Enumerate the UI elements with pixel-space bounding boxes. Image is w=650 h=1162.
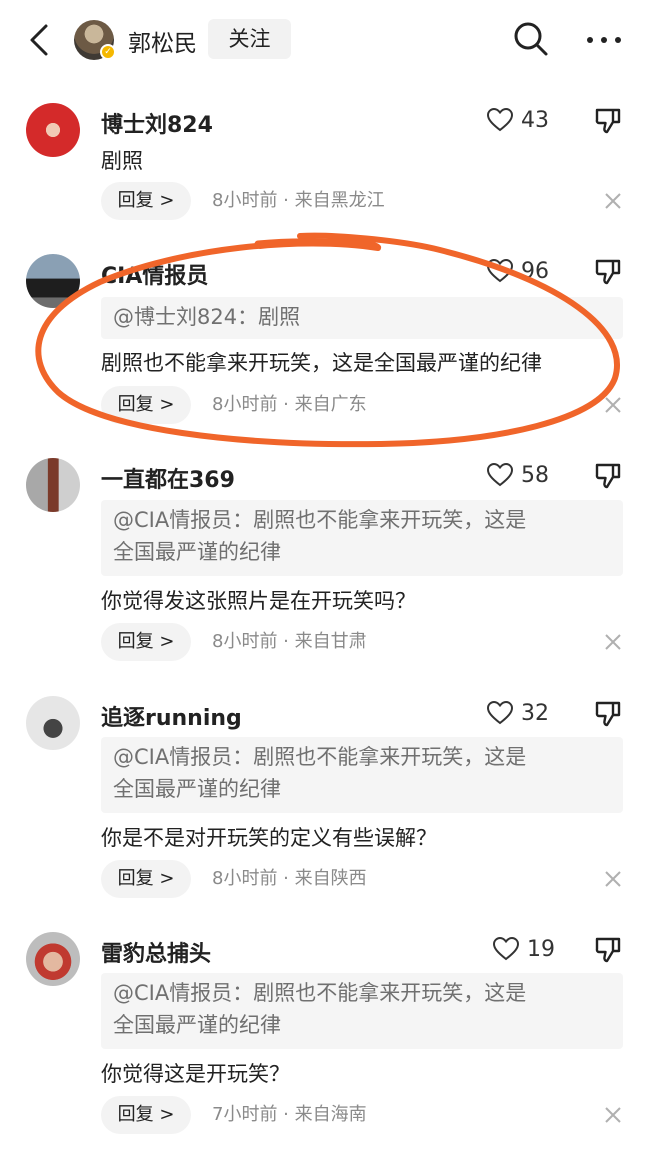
dislike-button[interactable] — [594, 699, 622, 727]
close-icon — [605, 1107, 621, 1123]
like-count: 96 — [521, 258, 549, 284]
quote-line: @CIA情报员：剧照也不能拿来开玩笑，这是 — [113, 745, 527, 769]
quote-line: 全国最严谨的纪律 — [113, 1013, 281, 1037]
close-button[interactable] — [602, 1104, 624, 1126]
comment-username[interactable]: 一直都在369 — [101, 462, 235, 494]
more-button[interactable] — [582, 20, 626, 58]
like-count: 32 — [521, 700, 549, 726]
quoted-comment[interactable]: @CIA情报员：剧照也不能拿来开玩笑，这是 全国最严谨的纪律 — [101, 500, 623, 576]
comment-meta: 8小时前 · 来自黑龙江 — [212, 190, 385, 211]
comment-text: 剧照 — [101, 149, 143, 173]
reply-button[interactable]: 回复 > — [101, 1096, 191, 1134]
heart-icon — [487, 701, 513, 725]
comment-meta: 8小时前 · 来自陕西 — [212, 868, 367, 889]
comment-text: 剧照也不能拿来开玩笑，这是全国最严谨的纪律 — [101, 351, 542, 375]
like-button[interactable]: 43 — [487, 105, 549, 135]
avatar[interactable] — [26, 932, 80, 986]
comment-text: 你觉得这是开玩笑？ — [101, 1062, 290, 1086]
quote-line: @CIA情报员：剧照也不能拿来开玩笑，这是 — [113, 508, 527, 532]
like-button[interactable]: 32 — [487, 698, 549, 728]
thumbs-down-icon — [595, 259, 621, 285]
close-button[interactable] — [602, 631, 624, 653]
like-count: 58 — [521, 462, 549, 488]
dislike-button[interactable] — [594, 106, 622, 134]
avatar[interactable] — [26, 458, 80, 512]
chevron-left-icon — [30, 24, 48, 56]
close-icon — [605, 397, 621, 413]
quote-line: 全国最严谨的纪律 — [113, 540, 281, 564]
quote-line: 全国最严谨的纪律 — [113, 777, 281, 801]
avatar[interactable] — [26, 696, 80, 750]
comment-meta: 8小时前 · 来自广东 — [212, 394, 367, 415]
quoted-comment[interactable]: @博士刘824：剧照 — [101, 297, 623, 339]
close-button[interactable] — [602, 190, 624, 212]
heart-icon — [487, 463, 513, 487]
comment-meta: 7小时前 · 来自海南 — [212, 1104, 367, 1125]
thumbs-down-icon — [595, 108, 621, 134]
reply-button[interactable]: 回复 > — [101, 182, 191, 220]
comment-username[interactable]: 博士刘824 — [101, 107, 213, 139]
thumbs-down-icon — [595, 701, 621, 727]
follow-button[interactable]: 关注 — [208, 19, 291, 59]
author-name[interactable]: 郭松民 — [128, 24, 197, 58]
comment-meta: 8小时前 · 来自甘肃 — [212, 631, 367, 652]
comment-text: 你觉得发这张照片是在开玩笑吗？ — [101, 589, 416, 613]
heart-icon — [487, 108, 513, 132]
close-button[interactable] — [602, 394, 624, 416]
quote-line: @CIA情报员：剧照也不能拿来开玩笑，这是 — [113, 981, 527, 1005]
quoted-comment[interactable]: @CIA情报员：剧照也不能拿来开玩笑，这是 全国最严谨的纪律 — [101, 973, 623, 1049]
reply-button[interactable]: 回复 > — [101, 623, 191, 661]
comment-text: 你是不是对开玩笑的定义有些误解？ — [101, 826, 437, 850]
search-icon — [514, 22, 548, 56]
heart-icon — [487, 259, 513, 283]
comment-username[interactable]: 雷豹总捕头 — [101, 936, 211, 968]
close-icon — [605, 193, 621, 209]
comment-username[interactable]: CIA情报员 — [101, 258, 208, 290]
close-icon — [605, 634, 621, 650]
like-button[interactable]: 96 — [487, 256, 549, 286]
heart-icon — [493, 937, 519, 961]
search-button[interactable] — [512, 20, 550, 58]
reply-button[interactable]: 回复 > — [101, 860, 191, 898]
close-icon — [605, 871, 621, 887]
dislike-button[interactable] — [594, 257, 622, 285]
avatar[interactable] — [26, 254, 80, 308]
top-bar: ✓ 郭松民 关注 — [0, 0, 650, 80]
dislike-button[interactable] — [594, 935, 622, 963]
comment-username[interactable]: 追逐running — [101, 700, 242, 732]
more-dots-icon — [587, 37, 621, 43]
back-button[interactable] — [24, 22, 56, 58]
like-button[interactable]: 19 — [493, 934, 555, 964]
thumbs-down-icon — [595, 463, 621, 489]
close-button[interactable] — [602, 868, 624, 890]
quoted-comment[interactable]: @CIA情报员：剧照也不能拿来开玩笑，这是 全国最严谨的纪律 — [101, 737, 623, 813]
thumbs-down-icon — [595, 937, 621, 963]
dislike-button[interactable] — [594, 461, 622, 489]
like-count: 43 — [521, 107, 549, 133]
avatar[interactable] — [26, 103, 80, 157]
like-count: 19 — [527, 936, 555, 962]
verified-badge-icon: ✓ — [100, 44, 116, 60]
reply-button[interactable]: 回复 > — [101, 386, 191, 424]
like-button[interactable]: 58 — [487, 460, 549, 490]
